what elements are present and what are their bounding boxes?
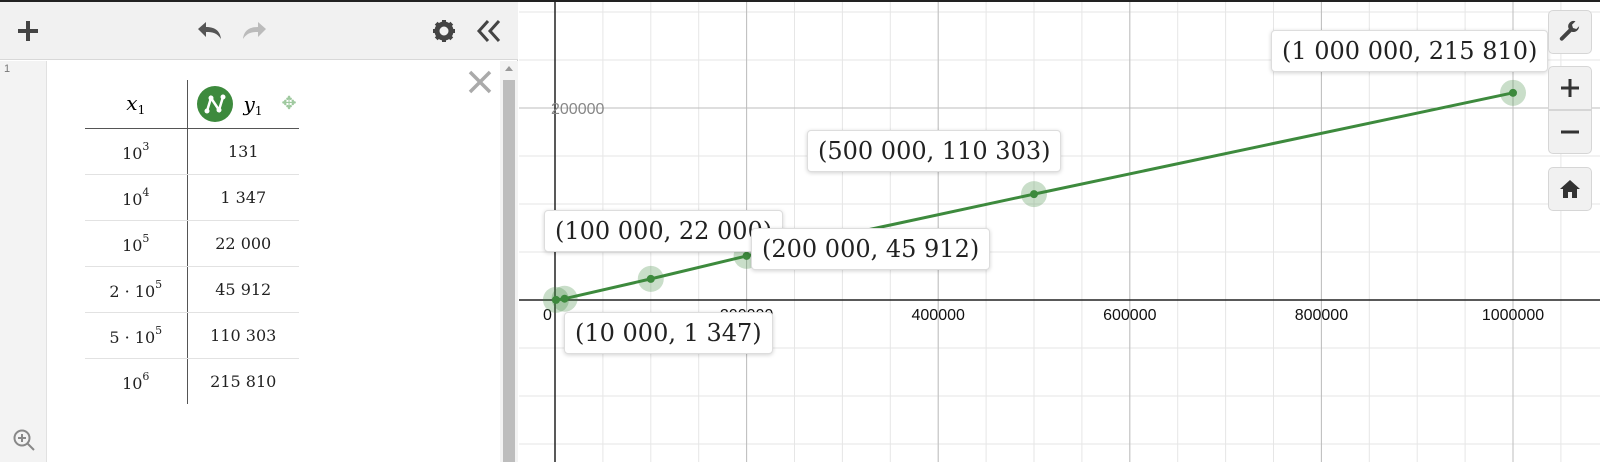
desmos-app: 1 x1 y1 ✥ 103 131 104 1 347 105 22 000 2 · 105… bbox=[0, 0, 1600, 462]
column-y-subscript: 1 bbox=[254, 104, 263, 118]
graph-paper[interactable]: 02000004000006000008000001000000200000 (… bbox=[519, 2, 1600, 462]
data-point bbox=[646, 274, 655, 283]
cell-x-base: 10 bbox=[122, 373, 143, 393]
cell-x-exponent: 3 bbox=[142, 139, 150, 153]
table-row: 5 · 105 110 303 bbox=[85, 312, 299, 359]
zoom-in-button[interactable] bbox=[1548, 66, 1592, 110]
cell-x[interactable]: 105 bbox=[85, 220, 188, 267]
cell-y[interactable]: 22 000 bbox=[187, 220, 299, 267]
settings-button[interactable] bbox=[427, 14, 461, 48]
line-series-icon bbox=[204, 94, 225, 114]
cell-x[interactable]: 104 bbox=[85, 174, 188, 221]
cell-x-base: 10 bbox=[122, 189, 143, 209]
expression-gutter: 1 bbox=[0, 61, 47, 462]
home-view-button[interactable] bbox=[1548, 167, 1592, 211]
series-style-button[interactable] bbox=[196, 86, 233, 122]
undo-button[interactable] bbox=[192, 14, 226, 48]
table-header-row: x1 y1 ✥ bbox=[85, 80, 299, 129]
cell-x-exponent: 4 bbox=[142, 185, 150, 199]
cell-x-base: 10 bbox=[122, 143, 143, 163]
expression-index: 1 bbox=[4, 63, 11, 75]
table-row: 103 131 bbox=[85, 128, 299, 175]
data-table: x1 y1 ✥ 103 131 104 1 347 105 22 000 2 · 105 45… bbox=[85, 80, 299, 404]
expression-panel: 1 x1 y1 ✥ 103 131 104 1 347 105 22 000 2 · 105… bbox=[0, 2, 518, 462]
data-point bbox=[1030, 190, 1038, 199]
cell-y[interactable]: 110 303 bbox=[187, 312, 299, 359]
add-icon bbox=[18, 21, 38, 41]
y-tick-label: 200000 bbox=[551, 101, 604, 118]
x-tick-label: 1000000 bbox=[1482, 307, 1544, 324]
data-point bbox=[1509, 88, 1517, 97]
column-x-label: x bbox=[126, 90, 138, 115]
cell-x-exponent: 5 bbox=[155, 277, 163, 291]
table-row: 105 22 000 bbox=[85, 220, 299, 267]
column-header-y[interactable]: y1 ✥ bbox=[187, 80, 299, 129]
gear-icon bbox=[433, 20, 455, 42]
x-tick-label: 400000 bbox=[912, 307, 965, 324]
x-tick-label: 800000 bbox=[1295, 307, 1348, 324]
point-coordinate-label[interactable]: (10 000, 1 347) bbox=[564, 312, 773, 354]
cell-x-exponent: 6 bbox=[142, 369, 150, 383]
cell-y[interactable]: 1 347 bbox=[187, 174, 299, 221]
cell-x-prefix: 5 · bbox=[109, 327, 135, 347]
point-coordinate-label[interactable]: (200 000, 45 912) bbox=[751, 228, 991, 270]
scroll-up-arrow-icon[interactable] bbox=[505, 66, 513, 71]
cell-x[interactable]: 106 bbox=[85, 358, 188, 404]
cell-x-prefix: 2 · bbox=[109, 281, 135, 301]
table-body: 103 131 104 1 347 105 22 000 2 · 105 45 912 5 · … bbox=[85, 128, 299, 404]
cell-x[interactable]: 5 · 105 bbox=[85, 312, 188, 359]
cell-x[interactable]: 2 · 105 bbox=[85, 266, 188, 313]
zoom-in-icon bbox=[1561, 79, 1579, 97]
scrollbar-thumb[interactable] bbox=[503, 80, 515, 462]
zoom-out-button[interactable] bbox=[1548, 110, 1592, 154]
table-row: 2 · 105 45 912 bbox=[85, 266, 299, 313]
data-point bbox=[742, 251, 751, 260]
data-point bbox=[560, 294, 569, 303]
expression-toolbar bbox=[0, 2, 518, 60]
wrench-icon bbox=[1559, 20, 1580, 41]
home-icon bbox=[1560, 180, 1580, 198]
redo-icon bbox=[243, 22, 266, 39]
cell-y[interactable]: 215 810 bbox=[187, 358, 299, 404]
point-coordinate-label[interactable]: (100 000, 22 000) bbox=[544, 210, 784, 252]
zoom-fit-icon bbox=[13, 429, 35, 451]
add-item-button[interactable] bbox=[11, 14, 45, 48]
graph-settings-button[interactable] bbox=[1548, 10, 1592, 54]
column-y-label: y bbox=[243, 92, 255, 116]
point-coordinate-label[interactable]: (1 000 000, 215 810) bbox=[1271, 30, 1549, 72]
column-header-x[interactable]: x1 bbox=[85, 80, 188, 129]
cell-x-exponent: 5 bbox=[142, 231, 150, 245]
cell-x-base: 10 bbox=[122, 235, 143, 255]
column-y-label-wrap: y1 bbox=[244, 92, 263, 118]
collapse-panel-button[interactable] bbox=[472, 14, 506, 48]
x-tick-label: 600000 bbox=[1103, 307, 1156, 324]
table-row: 106 215 810 bbox=[85, 358, 299, 404]
drag-handle-icon[interactable]: ✥ bbox=[282, 93, 297, 114]
column-x-subscript: 1 bbox=[137, 102, 146, 117]
cell-x-exponent: 5 bbox=[155, 323, 163, 337]
close-icon bbox=[468, 70, 492, 94]
delete-expression-button[interactable] bbox=[466, 68, 494, 96]
cell-x[interactable]: 103 bbox=[85, 128, 188, 175]
cell-x-base: 10 bbox=[134, 327, 156, 347]
cell-x-base: 10 bbox=[134, 281, 156, 301]
undo-icon bbox=[198, 22, 221, 39]
zoom-out-icon bbox=[1561, 130, 1579, 134]
cell-y[interactable]: 45 912 bbox=[187, 266, 299, 313]
point-coordinate-label[interactable]: (500 000, 110 303) bbox=[807, 130, 1062, 172]
collapse-panel-icon bbox=[476, 19, 501, 43]
cell-y[interactable]: 131 bbox=[187, 128, 299, 175]
zoom-fit-button[interactable] bbox=[12, 428, 36, 452]
table-row: 104 1 347 bbox=[85, 174, 299, 221]
redo-button[interactable] bbox=[238, 14, 272, 48]
